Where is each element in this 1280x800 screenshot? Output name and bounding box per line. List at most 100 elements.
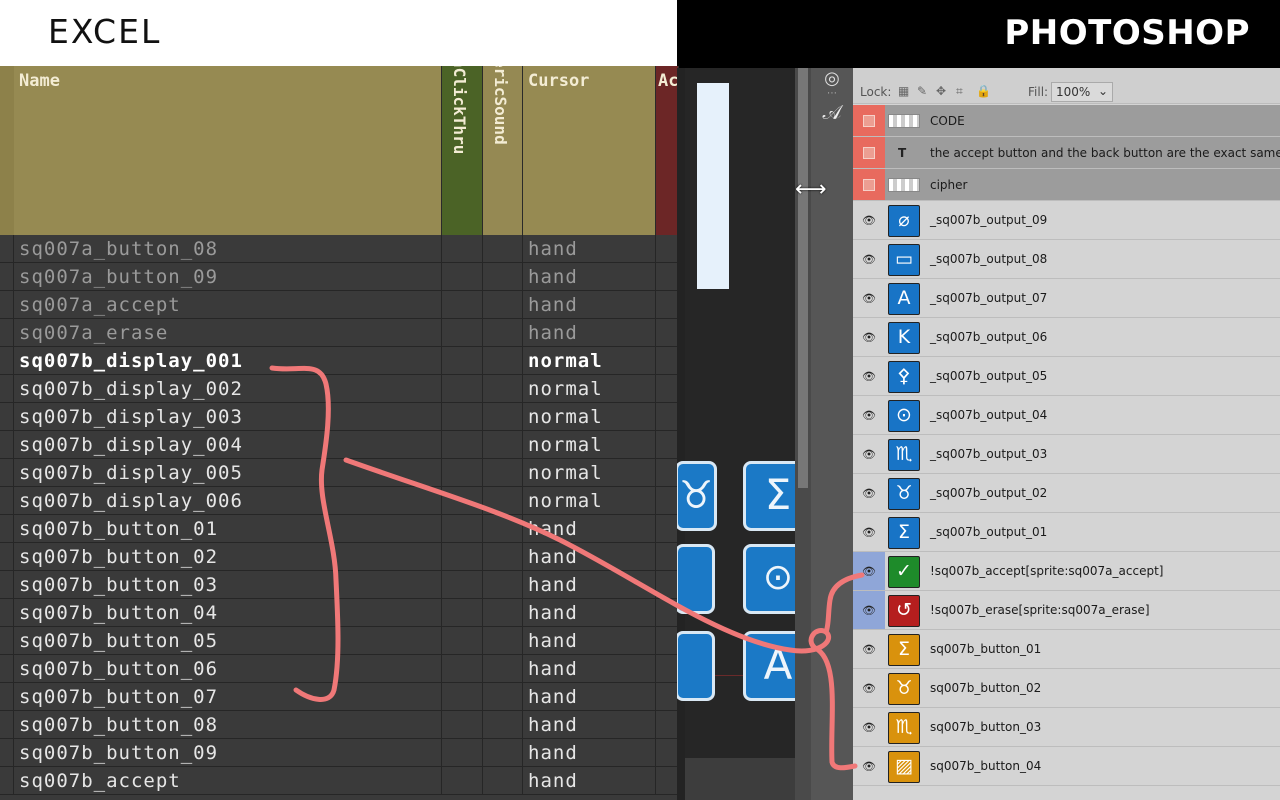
table-cell[interactable] [483, 319, 523, 347]
table-row[interactable]: sq007b_button_07 hand [0, 683, 679, 711]
table-cell[interactable] [483, 543, 523, 571]
table-cell[interactable] [0, 291, 14, 319]
eye-icon[interactable]: 👁 [862, 760, 876, 773]
layer-row[interactable]: 👁 Σ _sq007b_output_01 [853, 513, 1280, 552]
layer-row[interactable]: cipher [853, 169, 1280, 201]
layer-row[interactable]: 👁 ⊙ _sq007b_output_04 [853, 396, 1280, 435]
table-cell[interactable] [656, 459, 679, 487]
lock-artboard-icon[interactable]: ⌗ [956, 84, 963, 99]
table-cell[interactable] [483, 487, 523, 515]
table-cell[interactable] [656, 767, 679, 795]
layer-row[interactable]: 👁 ✓ !sq007b_accept[sprite:sq007a_accept] [853, 552, 1280, 591]
chevron-down-icon[interactable]: ⌄ [1098, 84, 1108, 98]
table-cell[interactable] [483, 515, 523, 543]
table-cell[interactable] [0, 627, 14, 655]
eye-icon[interactable]: 👁 [862, 487, 876, 500]
table-cell[interactable] [442, 235, 483, 263]
table-cell[interactable] [0, 515, 14, 543]
table-cell[interactable] [0, 319, 14, 347]
table-cell[interactable] [0, 711, 14, 739]
table-cell[interactable] [656, 711, 679, 739]
table-cell[interactable] [0, 571, 14, 599]
layer-row[interactable]: 👁 ♏ sq007b_button_03 [853, 708, 1280, 747]
table-cell[interactable] [0, 459, 14, 487]
column-header-ac[interactable]: Ac [656, 66, 679, 235]
table-cell[interactable] [442, 683, 483, 711]
table-cell[interactable] [442, 431, 483, 459]
table-cell[interactable] [656, 403, 679, 431]
layer-row[interactable]: CODE [853, 105, 1280, 137]
table-row[interactable]: sq007b_button_03 hand [0, 571, 679, 599]
eye-icon[interactable]: 👁 [862, 604, 876, 617]
fill-input[interactable]: 100% ⌄ [1051, 82, 1113, 102]
table-row[interactable]: sq007b_display_006 normal [0, 487, 679, 515]
table-cell[interactable] [483, 683, 523, 711]
lock-transparent-icon[interactable]: ▦ [898, 84, 909, 98]
lock-move-icon[interactable]: ✥ [936, 84, 946, 98]
table-cell[interactable] [656, 543, 679, 571]
table-row[interactable]: sq007a_button_08 hand [0, 235, 679, 263]
eye-icon[interactable]: 👁 [862, 370, 876, 383]
eye-icon[interactable]: 👁 [862, 565, 876, 578]
table-cell[interactable] [0, 599, 14, 627]
canvas-area[interactable]: ♉ Σ ⊙ A [677, 68, 813, 800]
layer-row[interactable]: 👁 ▨ sq007b_button_04 [853, 747, 1280, 786]
canvas-scrollbar-thumb[interactable] [798, 68, 808, 488]
table-cell[interactable] [483, 571, 523, 599]
table-cell[interactable] [483, 403, 523, 431]
layer-row[interactable]: 👁 Σsq007b_button_01 [853, 630, 1280, 669]
table-cell[interactable] [442, 263, 483, 291]
table-cell[interactable] [483, 291, 523, 319]
table-cell[interactable] [442, 655, 483, 683]
table-row[interactable]: sq007b_button_01 hand [0, 515, 679, 543]
table-cell[interactable] [0, 375, 14, 403]
canvas-button-partial-2[interactable] [677, 631, 715, 701]
layer-row[interactable]: 👁 ♉ sq007b_button_02 [853, 669, 1280, 708]
table-row[interactable]: sq007b_button_06 hand [0, 655, 679, 683]
column-header-name[interactable]: Name [0, 66, 442, 235]
lock-all-icon[interactable]: 🔒 [976, 84, 991, 98]
table-cell[interactable] [656, 375, 679, 403]
table-cell[interactable] [442, 599, 483, 627]
table-cell[interactable] [483, 431, 523, 459]
table-row[interactable]: sq007b_button_08 hand [0, 711, 679, 739]
visibility-off-icon[interactable] [863, 115, 875, 127]
table-cell[interactable] [656, 291, 679, 319]
table-row[interactable]: sq007a_erase hand [0, 319, 679, 347]
layer-row[interactable]: Tthe accept button and the back button a… [853, 137, 1280, 169]
table-cell[interactable] [0, 263, 14, 291]
table-cell[interactable] [656, 571, 679, 599]
table-cell[interactable] [442, 711, 483, 739]
table-cell[interactable] [0, 431, 14, 459]
table-cell[interactable] [442, 739, 483, 767]
visibility-off-icon[interactable] [863, 147, 875, 159]
table-row[interactable]: sq007b_display_004 normal [0, 431, 679, 459]
table-cell[interactable] [656, 627, 679, 655]
layer-row[interactable]: 👁 ♏ _sq007b_output_03 [853, 435, 1280, 474]
table-cell[interactable] [442, 515, 483, 543]
table-cell[interactable] [0, 739, 14, 767]
table-cell[interactable] [483, 235, 523, 263]
table-cell[interactable] [656, 599, 679, 627]
table-row[interactable]: sq007b_button_04 hand [0, 599, 679, 627]
eye-icon[interactable]: 👁 [862, 292, 876, 305]
table-cell[interactable] [0, 655, 14, 683]
table-cell[interactable] [0, 403, 14, 431]
character-panel-icon[interactable]: 𝒜 [811, 100, 853, 124]
table-cell[interactable] [483, 375, 523, 403]
visibility-off-icon[interactable] [863, 179, 875, 191]
layer-row[interactable]: 👁 ♉ _sq007b_output_02 [853, 474, 1280, 513]
table-cell[interactable] [483, 599, 523, 627]
layer-row[interactable]: 👁 ⌀ _sq007b_output_09 [853, 201, 1280, 240]
eye-icon[interactable]: 👁 [862, 214, 876, 227]
table-cell[interactable] [483, 263, 523, 291]
table-row[interactable]: sq007b_button_09 hand [0, 739, 679, 767]
table-cell[interactable] [442, 291, 483, 319]
table-cell[interactable] [656, 319, 679, 347]
table-row[interactable]: sq007b_display_002 normal [0, 375, 679, 403]
table-row[interactable]: sq007b_display_005 normal [0, 459, 679, 487]
column-header-clickthru[interactable]: nClickThru [442, 66, 483, 235]
table-cell[interactable] [0, 235, 14, 263]
canvas-button-partial[interactable] [677, 544, 715, 614]
table-cell[interactable] [442, 487, 483, 515]
